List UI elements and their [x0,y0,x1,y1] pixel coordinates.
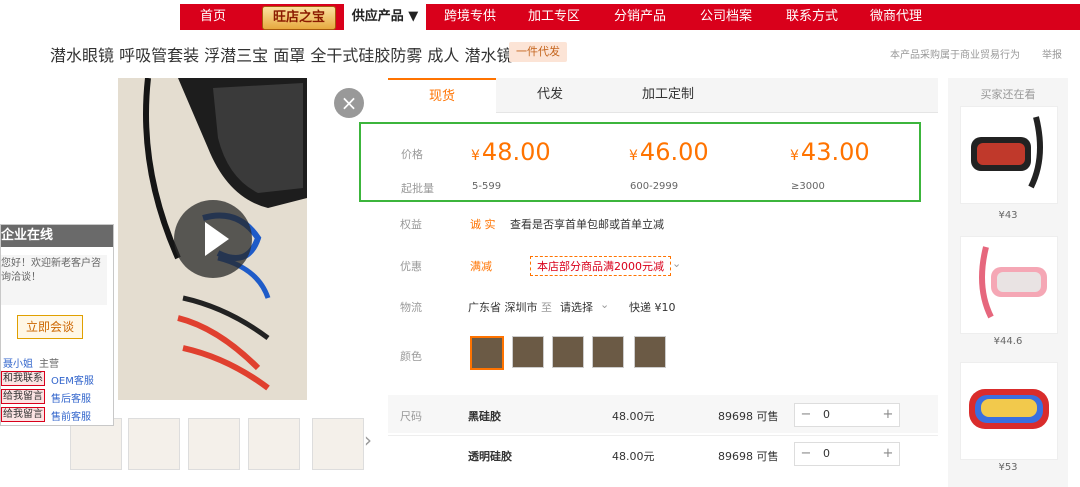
color-option[interactable] [512,336,544,368]
plus-icon[interactable]: + [877,404,899,426]
side-title: 买家还在看 [980,88,1036,101]
nav-cross-border[interactable]: 跨境专供 [438,4,502,30]
leave-message-button[interactable]: 给我留言 [1,407,45,422]
shipping-fee: 快递 ¥10 [629,301,676,314]
thumbnail-item[interactable] [128,418,180,470]
price-tier-3: ¥43.00 [790,138,870,166]
currency-symbol: ¥ [790,148,799,164]
thumbnail-item[interactable] [248,418,300,470]
nav-contact[interactable]: 联系方式 [780,4,844,30]
video-play-icon[interactable] [174,200,252,278]
rights-label: 权益 [400,218,422,231]
sku-stock: 89698 可售 [718,450,779,463]
recommended-product-image[interactable] [960,236,1058,334]
price-tier-1: ¥48.00 [471,138,551,166]
minus-icon[interactable]: − [795,404,817,426]
chevron-down-icon[interactable]: ⌄ [672,257,681,270]
contact-name[interactable]: 聂小姐 [3,355,33,370]
quantity-input[interactable]: 0 [823,404,871,426]
nav-home[interactable]: 首页 [185,4,241,30]
rights-text[interactable]: 查看是否享首单包邮或首单立减 [510,216,664,232]
top-navigation: 首页 旺店之宝 供应产品 ▼ 跨境专供 加工专区 分销产品 公司档案 联系方式 … [0,0,1080,33]
purchase-mode-tabs: 现货 代发 加工定制 [388,78,938,113]
price-value: 48.00 [481,138,551,166]
online-chat-widget: 企业在线 您好！欢迎新老客户咨询洽谈！ 立即会谈 聂小姐 主营 和我联系 OEM… [0,224,114,426]
promo-coupon[interactable]: 本店部分商品满2000元减 [530,256,671,276]
contact-role: 主营 [39,359,59,370]
sku-price: 48.00元 [612,450,655,463]
color-option[interactable] [634,336,666,368]
tab-dropship[interactable]: 代发 [496,78,604,112]
product-title: 潜水眼镜 呼吸管套装 浮潜三宝 面罩 全干式硅胶防雾 成人 潜水镜 [50,46,513,65]
tab-custom-processing[interactable]: 加工定制 [614,78,722,112]
promo-type: 满减 [470,260,492,273]
plus-icon[interactable]: + [877,443,899,465]
close-icon[interactable]: × [334,88,364,118]
color-option[interactable] [592,336,624,368]
size-label: 尺码 [400,410,422,423]
thumbnail-item[interactable] [312,418,364,470]
start-chat-button[interactable]: 立即会谈 [17,315,83,339]
minus-icon[interactable]: − [795,443,817,465]
tab-in-stock[interactable]: 现货 [388,78,496,113]
sku-price: 48.00元 [612,410,655,423]
trade-note: 本产品采购属于商业贸易行为 [890,50,1020,61]
ship-to-word: 至 [541,301,552,314]
promo-label: 优惠 [400,260,422,273]
qty-tier-2: 600-2999 [630,181,679,192]
report-link[interactable]: 举报 [1042,46,1062,61]
currency-symbol: ¥ [629,148,638,164]
leave-message-button[interactable]: 给我留言 [1,389,45,404]
recommended-price: ¥53 [998,462,1018,473]
currency-symbol: ¥ [471,148,480,164]
color-option[interactable] [552,336,584,368]
chevron-right-icon[interactable]: › [364,428,372,452]
price-value: 43.00 [800,138,870,166]
price-value: 46.00 [639,138,709,166]
quantity-stepper: − 0 + [794,442,900,466]
price-tier-2: ¥46.00 [629,138,709,166]
contact-role[interactable]: OEM客服 [51,372,94,387]
chat-greeting: 您好！欢迎新老客户咨询洽谈！ [1,255,107,305]
recommended-price: ¥44.6 [993,336,1023,347]
ship-from: 广东省 深圳市 [468,301,538,314]
contact-me-button[interactable]: 和我联系 [1,371,45,386]
recommended-price: ¥43 [998,210,1018,221]
qty-tier-3: ≥3000 [791,181,825,192]
sku-name: 黑硅胶 [468,410,501,423]
qty-tier-1: 5-599 [472,181,502,192]
price-label: 价格 [401,148,423,161]
nav-processing[interactable]: 加工专区 [522,4,586,30]
nav-supply-products[interactable]: 供应产品 ▼ [344,4,426,30]
price-tier-box: 价格 起批量 ¥48.00 5-599 ¥46.00 600-2999 ¥43.… [359,122,921,202]
chevron-down-icon[interactable]: ⌄ [600,298,609,311]
recommended-product-image[interactable] [960,362,1058,460]
contact-role[interactable]: 售后客服 [51,390,91,405]
thumbnail-item[interactable] [188,418,240,470]
chat-header: 企业在线 [1,225,113,247]
ship-to-select[interactable]: 请选择 [560,299,593,315]
nav-shop-treasure-badge[interactable]: 旺店之宝 [262,6,336,30]
recommended-product-image[interactable] [960,106,1058,204]
color-option-selected[interactable] [470,336,504,370]
dropship-tag: 一件代发 [509,42,567,62]
sku-name: 透明硅胶 [468,450,512,463]
buyers-also-viewed: 买家还在看 ¥43 ¥44.6 ¥53 [948,78,1068,487]
nav-wechat-agent[interactable]: 微商代理 [864,4,928,30]
min-qty-label: 起批量 [401,182,434,195]
contact-role[interactable]: 售前客服 [51,408,91,423]
rights-badge: 诚 实 [470,218,496,231]
logistics-label: 物流 [400,301,422,314]
color-label: 颜色 [400,350,422,363]
nav-company-profile[interactable]: 公司档案 [694,4,758,30]
quantity-input[interactable]: 0 [823,443,871,465]
nav-distribution[interactable]: 分销产品 [608,4,672,30]
sku-stock: 89698 可售 [718,410,779,423]
quantity-stepper: − 0 + [794,403,900,427]
